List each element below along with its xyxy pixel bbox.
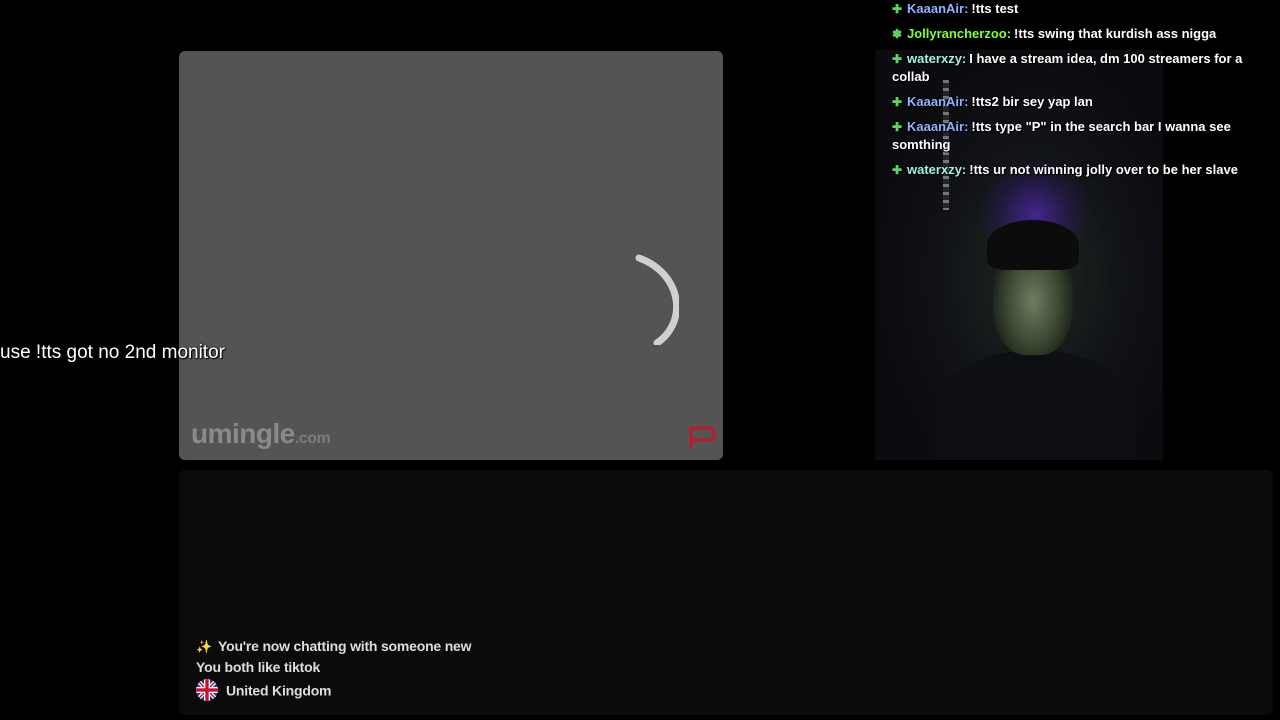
chat-badge-icon: ✚	[892, 120, 903, 134]
chat-username: KaaanAir:	[907, 94, 969, 109]
chat-message: ✚ waterxzy: I have a stream idea, dm 100 s…	[892, 50, 1264, 86]
chat-badge-icon: ✚	[892, 95, 903, 109]
chat-text: !tts2 bir sey yap lan	[971, 94, 1093, 109]
logo-suffix: .com	[294, 430, 331, 447]
uk-flag-icon	[196, 679, 218, 701]
webcam-person-body	[935, 350, 1135, 460]
chat-username: KaaanAir:	[907, 119, 969, 134]
chat-username: Jollyrancherzoo:	[907, 26, 1012, 41]
chat-badge-icon: ✽	[892, 27, 903, 41]
system-message-new-chat: ✨ You're now chatting with someone new	[196, 638, 472, 655]
chat-message: ✽ Jollyrancherzoo: !tts swing that kurdish…	[892, 25, 1264, 43]
chat-badge-icon: ✚	[892, 52, 903, 66]
stream-chat-overlay: ✚ KaaanAir: !tts test ✽ Jollyrancherzoo: !tt…	[892, 0, 1264, 186]
new-chat-text: You're now chatting with someone new	[218, 638, 472, 654]
chat-username: KaaanAir:	[907, 1, 969, 16]
umingle-logo: umingle.com	[191, 418, 331, 450]
chat-message: ✚ KaaanAir: !tts2 bir sey yap lan	[892, 93, 1264, 111]
chat-message: ✚ waterxzy: !tts ur not winning jolly over…	[892, 161, 1264, 179]
chat-text: !tts ur not winning jolly over to be her…	[969, 162, 1238, 177]
sparkle-icon: ✨	[196, 639, 212, 654]
webcam-person-hair	[987, 220, 1079, 270]
stream-overlay-caption: use !tts got no 2nd monitor	[0, 342, 225, 363]
chat-text: !tts test	[971, 1, 1019, 16]
logo-text: umingle	[191, 418, 295, 449]
stranger-video-panel: umingle.com	[179, 51, 723, 460]
text-chat-log	[179, 470, 1273, 715]
loading-spinner-icon	[635, 254, 679, 345]
chat-username: waterxzy:	[907, 162, 967, 177]
system-message-country: United Kingdom	[196, 679, 332, 703]
system-message-interest: You both like tiktok	[196, 659, 321, 675]
country-name: United Kingdom	[226, 682, 332, 699]
chat-message: ✚ KaaanAir: !tts test	[892, 0, 1264, 18]
flag-report-icon[interactable]	[687, 424, 717, 450]
chat-username: waterxzy:	[907, 51, 967, 66]
chat-badge-icon: ✚	[892, 163, 903, 177]
chat-message: ✚ KaaanAir: !tts type "P" in the search ba…	[892, 118, 1264, 154]
chat-text: !tts swing that kurdish ass nigga	[1014, 26, 1217, 41]
chat-badge-icon: ✚	[892, 2, 903, 16]
